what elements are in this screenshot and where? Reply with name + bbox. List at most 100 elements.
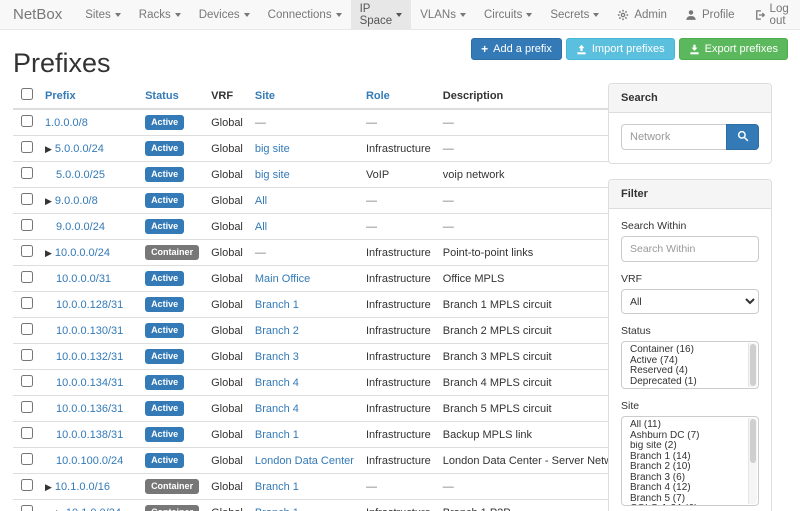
import-prefixes-button[interactable]: Import prefixes <box>566 38 675 60</box>
row-checkbox[interactable] <box>21 141 33 153</box>
column-header-role[interactable]: Role <box>360 83 437 109</box>
scrollbar[interactable] <box>748 343 757 387</box>
row-checkbox[interactable] <box>21 193 33 205</box>
nav-item-vlans[interactable]: VLANs <box>411 0 475 29</box>
status-badge[interactable]: Active <box>145 271 184 286</box>
listbox-option[interactable]: Active (74) <box>622 356 746 367</box>
row-checkbox[interactable] <box>21 167 33 179</box>
nav-item-connections[interactable]: Connections <box>259 0 351 29</box>
column-header-site[interactable]: Site <box>249 83 360 109</box>
row-checkbox[interactable] <box>21 219 33 231</box>
listbox-option[interactable]: All (11) <box>622 420 746 431</box>
listbox-option[interactable]: Branch 3 (6) <box>622 473 746 484</box>
prefix-link[interactable]: 5.0.0.0/24 <box>55 143 104 155</box>
prefix-link[interactable]: 10.0.0.128/31 <box>56 299 123 311</box>
row-checkbox[interactable] <box>21 349 33 361</box>
prefix-link[interactable]: 10.0.100.0/24 <box>56 455 123 467</box>
status-listbox[interactable]: Container (16)Active (74)Reserved (4)Dep… <box>621 341 759 389</box>
nav-item-log-out[interactable]: Log out <box>744 0 798 29</box>
vrf-select[interactable]: All <box>621 289 759 314</box>
site-link[interactable]: London Data Center <box>255 455 354 467</box>
prefix-link[interactable]: 10.0.0.130/31 <box>56 325 123 337</box>
nav-item-secrets[interactable]: Secrets <box>541 0 608 29</box>
status-badge[interactable]: Active <box>145 427 184 442</box>
prefix-link[interactable]: 10.1.0.0/16 <box>55 481 110 493</box>
row-checkbox[interactable] <box>21 479 33 491</box>
listbox-option[interactable]: big site (2) <box>622 441 746 452</box>
listbox-option[interactable]: Reserved (4) <box>622 366 746 377</box>
expand-arrow-icon[interactable]: ▶ <box>45 482 52 493</box>
status-badge[interactable]: Active <box>145 167 184 182</box>
prefix-link[interactable]: 5.0.0.0/25 <box>56 169 105 181</box>
prefix-link[interactable]: 9.0.0.0/24 <box>56 221 105 233</box>
column-header-status[interactable]: Status <box>139 83 205 109</box>
nav-item-devices[interactable]: Devices <box>190 0 259 29</box>
nav-item-sites[interactable]: Sites <box>76 0 130 29</box>
listbox-option[interactable]: Branch 1 (14) <box>622 452 746 463</box>
listbox-option[interactable]: Container (16) <box>622 345 746 356</box>
row-checkbox[interactable] <box>21 453 33 465</box>
status-badge[interactable]: Active <box>145 349 184 364</box>
select-all-checkbox[interactable] <box>21 88 33 100</box>
site-link[interactable]: Branch 1 <box>255 429 299 441</box>
search-input[interactable] <box>621 124 726 150</box>
prefix-link[interactable]: 10.0.0.138/31 <box>56 429 123 441</box>
row-checkbox[interactable] <box>21 297 33 309</box>
nav-item-admin[interactable]: Admin <box>608 0 676 29</box>
listbox-option[interactable]: Ashburn DC (7) <box>622 431 746 442</box>
status-badge[interactable]: Active <box>145 453 184 468</box>
site-link[interactable]: Branch 1 <box>255 507 299 511</box>
site-link[interactable]: Branch 4 <box>255 377 299 389</box>
add-prefix-button[interactable]: + Add a prefix <box>471 38 562 60</box>
site-listbox[interactable]: All (11)Ashburn DC (7)big site (2)Branch… <box>621 416 759 506</box>
search-within-input[interactable] <box>621 236 759 262</box>
listbox-option[interactable]: Deprecated (1) <box>622 377 746 388</box>
site-link[interactable]: Branch 1 <box>255 299 299 311</box>
column-header-prefix[interactable]: Prefix <box>39 83 139 109</box>
scrollbar[interactable] <box>748 418 757 504</box>
nav-item-profile[interactable]: Profile <box>676 0 744 29</box>
prefix-link[interactable]: 10.0.0.132/31 <box>56 351 123 363</box>
prefix-link[interactable]: 10.0.0.136/31 <box>56 403 123 415</box>
listbox-option[interactable]: COLO-1-2A (6) <box>622 504 746 506</box>
status-badge[interactable]: Active <box>145 193 184 208</box>
prefix-link[interactable]: 10.0.0.0/31 <box>56 273 111 285</box>
row-checkbox[interactable] <box>21 115 33 127</box>
nav-item-racks[interactable]: Racks <box>130 0 190 29</box>
status-badge[interactable]: Active <box>145 401 184 416</box>
listbox-option[interactable]: Branch 4 (12) <box>622 483 746 494</box>
row-checkbox[interactable] <box>21 401 33 413</box>
site-link[interactable]: Branch 2 <box>255 325 299 337</box>
prefix-link[interactable]: 10.0.0.0/24 <box>55 247 110 259</box>
row-checkbox[interactable] <box>21 271 33 283</box>
status-badge[interactable]: Container <box>145 505 199 511</box>
row-checkbox[interactable] <box>21 505 33 511</box>
site-link[interactable]: Main Office <box>255 273 310 285</box>
status-badge[interactable]: Container <box>145 479 199 494</box>
row-checkbox[interactable] <box>21 375 33 387</box>
nav-item-ip-space[interactable]: IP Space <box>351 0 412 29</box>
site-link[interactable]: All <box>255 221 267 233</box>
brand-netbox[interactable]: NetBox <box>13 0 62 29</box>
site-link[interactable]: big site <box>255 169 290 181</box>
expand-arrow-icon[interactable]: ▶ <box>56 508 63 511</box>
site-link[interactable]: big site <box>255 143 290 155</box>
row-checkbox[interactable] <box>21 245 33 257</box>
row-checkbox[interactable] <box>21 323 33 335</box>
nav-item-circuits[interactable]: Circuits <box>475 0 541 29</box>
site-link[interactable]: Branch 3 <box>255 351 299 363</box>
listbox-option[interactable]: Branch 5 (7) <box>622 494 746 505</box>
status-badge[interactable]: Active <box>145 375 184 390</box>
site-link[interactable]: All <box>255 195 267 207</box>
search-button[interactable] <box>726 124 759 150</box>
prefix-link[interactable]: 1.0.0.0/8 <box>45 117 88 129</box>
status-badge[interactable]: Active <box>145 297 184 312</box>
export-prefixes-button[interactable]: Export prefixes <box>679 38 788 60</box>
status-badge[interactable]: Active <box>145 115 184 130</box>
prefix-link[interactable]: 10.0.0.134/31 <box>56 377 123 389</box>
status-badge[interactable]: Active <box>145 141 184 156</box>
status-badge[interactable]: Active <box>145 323 184 338</box>
status-badge[interactable]: Container <box>145 245 199 260</box>
expand-arrow-icon[interactable]: ▶ <box>45 248 52 259</box>
site-link[interactable]: Branch 1 <box>255 481 299 493</box>
